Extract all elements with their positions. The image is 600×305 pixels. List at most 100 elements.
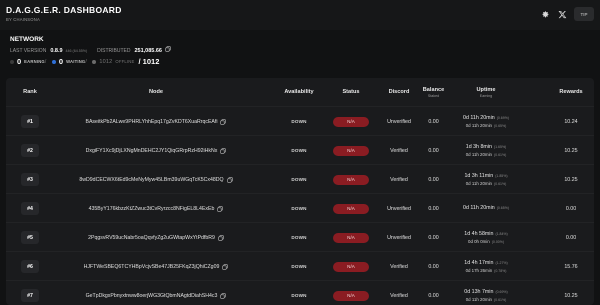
waiting-label: WAITING bbox=[66, 59, 86, 64]
table-row[interactable]: #4 435ByY176kbzzKtZZwuc3tCvRyrzcc8NFigEL… bbox=[6, 193, 594, 222]
rewards-value: 10.25 bbox=[564, 176, 578, 183]
balance-value: 0.00 bbox=[428, 234, 439, 241]
col-header-node[interactable]: Node bbox=[66, 78, 246, 106]
status-badge: N/A bbox=[333, 174, 369, 185]
col-header-balance[interactable]: Balance Staked bbox=[416, 78, 451, 106]
discord-status: Unverified bbox=[387, 118, 411, 125]
earning-value: 0d 17h 26min bbox=[465, 268, 493, 273]
uptime-value: 1d 4h 17min bbox=[464, 260, 494, 266]
table-row[interactable]: #7 GeTpDkgxPbnyxtnww8oerjWG3GtQbmNAgtdDi… bbox=[6, 280, 594, 305]
rewards-value: 15.76 bbox=[564, 263, 578, 270]
status-badge: N/A bbox=[333, 145, 369, 156]
uptime-value: 1d 3h 11min bbox=[464, 173, 494, 179]
distributed-label: DISTRIBUTED bbox=[97, 48, 131, 54]
rewards-value: 0.00 bbox=[565, 205, 577, 212]
copy-icon[interactable] bbox=[220, 118, 227, 125]
uptime-percent: (0.69%) bbox=[496, 116, 509, 120]
status-badge: N/A bbox=[333, 261, 369, 272]
rank-badge: #3 bbox=[21, 173, 39, 186]
earning-percent: (0.65%) bbox=[494, 124, 507, 128]
balance-value: 0.00 bbox=[428, 118, 439, 125]
offline-dot-icon bbox=[92, 59, 97, 64]
uptime-percent: (0.65%) bbox=[496, 205, 509, 210]
uptime-percent: (1.84%) bbox=[495, 232, 508, 236]
app-subtitle: BY CHAINSONA bbox=[6, 17, 40, 22]
earning-value: 0d 11h 20min bbox=[465, 297, 492, 302]
last-version-stats: 446 (64.55%) bbox=[65, 49, 88, 53]
rank-badge: #5 bbox=[21, 231, 39, 244]
availability-value: DOWN bbox=[291, 293, 307, 298]
rewards-value: 0.00 bbox=[565, 234, 577, 241]
gear-icon[interactable] bbox=[540, 9, 550, 19]
uptime-percent: (0.69%) bbox=[495, 290, 508, 294]
offline-count: 1012 bbox=[99, 58, 113, 65]
network-title: NETWORK bbox=[10, 36, 44, 43]
copy-icon[interactable] bbox=[220, 292, 227, 299]
table-row[interactable]: #3 8wD9dCECWX6tEd9cMeNyMyw45LBm39uWGqTcK… bbox=[6, 164, 594, 193]
total-nodes: / 1012 bbox=[138, 57, 160, 66]
discord-status: Unverified bbox=[387, 205, 411, 212]
earning-value: 0d 11h 20min bbox=[465, 181, 492, 186]
last-version-value: 0.8.9 bbox=[50, 48, 63, 54]
node-address: 8wD9dCECWX6tEd9cMeNyMyw45LBm39uWGqTcK5Cx… bbox=[79, 176, 224, 183]
network-version-row: LAST VERSION 0.8.9 446 (64.55%) DISTRIBU… bbox=[10, 46, 171, 54]
discord-status: Verified bbox=[390, 176, 408, 183]
col-header-status[interactable]: Status bbox=[331, 78, 371, 106]
discord-status: Verified bbox=[390, 263, 408, 270]
balance-value: 0.00 bbox=[428, 176, 439, 183]
copy-icon[interactable] bbox=[217, 205, 224, 212]
col-header-availability[interactable]: Availability bbox=[274, 78, 324, 106]
uptime-value: 0d 13h 7min bbox=[464, 289, 494, 295]
col-header-rewards[interactable]: Rewards bbox=[551, 78, 591, 106]
earning-percent: (0.61%) bbox=[494, 153, 507, 157]
x-logo-icon[interactable] bbox=[557, 9, 567, 19]
status-badge: N/A bbox=[333, 116, 369, 127]
copy-icon[interactable] bbox=[218, 234, 224, 241]
uptime-percent: (1.27%) bbox=[495, 261, 508, 265]
discord-status: Verified bbox=[390, 292, 408, 299]
node-address: 2PqgsvRV59ucNabr5oaQqvfyZg2uGWtapWxYtPdf… bbox=[88, 234, 215, 241]
earning-dot-icon bbox=[10, 59, 14, 64]
rank-badge: #7 bbox=[21, 289, 39, 302]
rewards-value: 10.25 bbox=[564, 147, 578, 154]
earning-percent: (0.78%) bbox=[494, 269, 507, 273]
rewards-value: 10.24 bbox=[564, 118, 578, 125]
copy-icon[interactable] bbox=[220, 147, 227, 154]
balance-subheader: Staked bbox=[427, 93, 440, 98]
copy-icon[interactable] bbox=[226, 176, 233, 183]
last-version-label: LAST VERSION bbox=[10, 48, 47, 54]
balance-value: 0.00 bbox=[428, 147, 439, 154]
availability-value: DOWN bbox=[291, 206, 307, 211]
node-address: DxgiFY1Xc9jDjLXNgMnDEHC2JY1QiqGRrpRzH92i… bbox=[85, 147, 218, 154]
col-header-rank[interactable]: Rank bbox=[10, 78, 50, 106]
copy-icon[interactable] bbox=[165, 46, 171, 52]
discord-status: Verified bbox=[390, 147, 408, 154]
node-address: 435ByY176kbzzKtZZwuc3tCvRyrzcc8NFigEL8L4… bbox=[88, 205, 215, 212]
table-row[interactable]: #1 BAseitkPb2ALwe9PHRLYhhEpq17gZvKDT6Xua… bbox=[6, 106, 594, 135]
earning-label: EARNING bbox=[24, 59, 45, 64]
distributed-value: 251,085.66 bbox=[134, 48, 162, 54]
uptime-percent: (1.85%) bbox=[495, 174, 508, 178]
col-header-discord[interactable]: Discord bbox=[379, 78, 419, 106]
earning-count: 0 bbox=[17, 57, 22, 66]
availability-value: DOWN bbox=[291, 148, 307, 153]
network-counts-row: 0 EARNING / 0 WAITING / 1012 OFFLINE / 1… bbox=[10, 57, 159, 66]
table-row[interactable]: #6 HJFTWeSBEQ6TCYHBpVcjvSBe47JB25FKqZ3jQ… bbox=[6, 251, 594, 280]
rank-badge: #1 bbox=[21, 115, 39, 128]
table-row[interactable]: #2 DxgiFY1Xc9jDjLXNgMnDEHC2JY1QiqGRrpRzH… bbox=[6, 135, 594, 164]
rank-badge: #2 bbox=[21, 144, 39, 157]
earning-percent: (0.61%) bbox=[494, 182, 507, 186]
col-header-uptime[interactable]: Uptime Earning bbox=[461, 78, 511, 106]
earning-value: 0d 11h 20min bbox=[465, 152, 492, 157]
node-address: GeTpDkgxPbnyxtnww8oerjWG3GtQbmNAgtdDiahS… bbox=[85, 292, 218, 299]
availability-value: DOWN bbox=[291, 235, 307, 240]
rank-badge: #6 bbox=[21, 260, 39, 273]
earning-percent: (0.00%) bbox=[491, 240, 504, 244]
network-panel: NETWORK LAST VERSION 0.8.9 446 (64.55%) … bbox=[0, 30, 600, 74]
copy-icon[interactable] bbox=[222, 263, 229, 270]
app-title: D.A.G.G.E.R. DASHBOARD bbox=[6, 5, 122, 15]
table-row[interactable]: #5 2PqgsvRV59ucNabr5oaQqvfyZg2uGWtapWxYt… bbox=[6, 222, 594, 251]
header-actions: TIP bbox=[540, 7, 594, 21]
tip-button[interactable]: TIP bbox=[574, 7, 594, 21]
rank-badge: #4 bbox=[21, 202, 39, 215]
